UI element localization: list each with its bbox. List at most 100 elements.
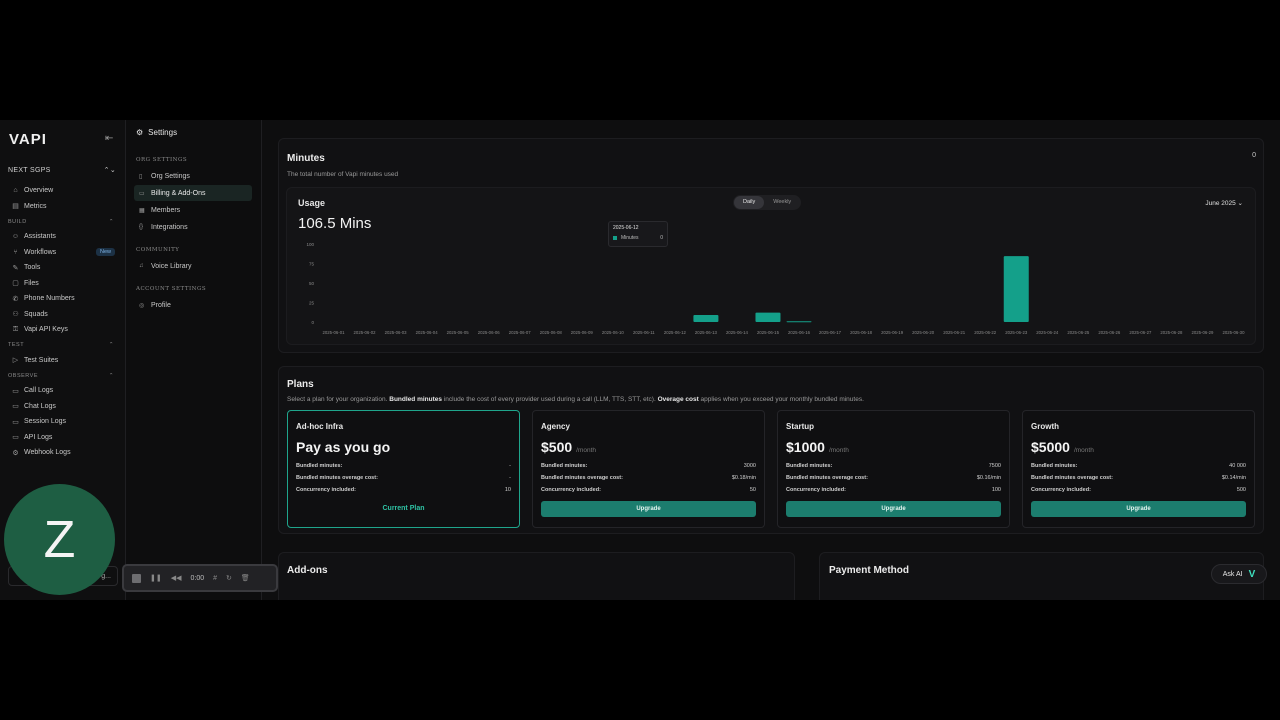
minutes-title: Minutes <box>287 153 325 164</box>
minutes-subtitle: The total number of Vapi minutes used <box>287 171 399 178</box>
upgrade-button[interactable]: Upgrade <box>1031 501 1246 517</box>
plan-name: Startup <box>786 422 814 431</box>
x-tick-label: 2025-06-18 <box>850 330 873 335</box>
sidebar-item-label: Webhook Logs <box>24 449 71 457</box>
plan-row-bundled: Bundled minutes: - <box>296 463 511 469</box>
call-logs-icon: ▭ <box>12 387 19 395</box>
plan-price-value: $5000 <box>1031 439 1070 455</box>
plan-price-value: $500 <box>541 439 573 455</box>
settings-item-label: Voice Library <box>151 262 192 270</box>
sidebar-item-test-suites[interactable]: ▷ Test Suites <box>0 353 126 369</box>
sidebar-item-phone-numbers[interactable]: ✆ Phone Numbers <box>0 291 126 307</box>
chart-tooltip: 2025-06-12 Minutes 0 <box>608 221 668 247</box>
sidebar-item-chat-logs[interactable]: ▭ Chat Logs <box>0 399 126 415</box>
x-tick-label: 2025-06-28 <box>1160 330 1183 335</box>
metrics-icon: ▤ <box>12 203 19 211</box>
chevron-up-icon: ⌃ <box>108 372 114 379</box>
toggle-daily[interactable]: Daily <box>734 196 765 209</box>
pause-icon[interactable]: ❚❚ <box>150 574 162 582</box>
vapi-logo[interactable]: VAPI <box>9 131 47 148</box>
nav-section-observe[interactable]: OBSERVE ⌃ <box>0 368 126 383</box>
billing-add-ons-icon: ▭ <box>139 190 145 197</box>
settings-item-label: Members <box>151 206 181 214</box>
sidebar-item-squads[interactable]: ⚇ Squads <box>0 307 126 323</box>
restart-icon[interactable]: ↻ <box>226 574 232 582</box>
addons-card: Add-ons <box>278 552 795 600</box>
plan-price-value: Pay as you go <box>296 439 391 455</box>
plan-row-label: Bundled minutes: <box>541 463 588 469</box>
settings-item-integrations[interactable]: {} Integrations <box>134 219 252 235</box>
sidebar-item-tools[interactable]: ✎ Tools <box>0 260 126 276</box>
plan-row-overage: Bundled minutes overage cost: - <box>296 475 511 481</box>
sidebar-item-overview[interactable]: ⌂ Overview <box>0 183 126 199</box>
plan-card-growth: Growth $5000/month Bundled minutes: 40 000 B… <box>1022 410 1255 528</box>
sidebar-item-label: Workflows <box>24 248 57 256</box>
org-switcher[interactable]: NEXT SGPS ⌃⌄ <box>8 162 116 178</box>
settings-item-members[interactable]: ▦ Members <box>134 202 252 218</box>
plan-row-value: $0.14/min <box>1221 475 1246 481</box>
sidebar-item-vapi-api-keys[interactable]: ⚿ Vapi API Keys <box>0 322 126 338</box>
nav-section-test[interactable]: TEST ⌃ <box>0 338 126 353</box>
x-tick-label: 2025-06-08 <box>540 330 563 335</box>
plan-row-label: Bundled minutes overage cost: <box>786 475 868 481</box>
plans-subtitle-text: Select a plan for your organization. <box>287 396 390 403</box>
sidebar-item-api-logs[interactable]: ▭ API Logs <box>0 430 126 446</box>
plan-row-value: $0.18/min <box>731 475 756 481</box>
x-tick-label: 2025-06-15 <box>757 330 780 335</box>
trash-icon[interactable]: 🗑 <box>241 574 250 582</box>
new-badge: New <box>95 248 115 257</box>
rewind-icon[interactable]: ◀◀ <box>171 574 182 582</box>
plan-row-concurrency: Concurrency included: 500 <box>1031 487 1246 493</box>
plan-price-value: $1000 <box>786 439 825 455</box>
payment-card: Payment Method <box>819 552 1264 600</box>
assistants-icon: ☺ <box>11 233 20 241</box>
main-content: Minutes The total number of Vapi minutes… <box>262 120 1280 600</box>
bar-2025-06-16 <box>786 321 812 323</box>
x-tick-label: 2025-06-10 <box>602 330 625 335</box>
tooltip-value: 0 <box>660 235 663 241</box>
gear-icon: ⚙ <box>136 128 144 137</box>
plans-subtitle-emphasis: Bundled minutes <box>389 396 442 403</box>
sidebar-item-call-logs[interactable]: ▭ Call Logs <box>0 383 126 399</box>
sidebar-item-workflows[interactable]: ⑂ Workflows New <box>0 245 126 261</box>
grid-icon[interactable]: # <box>213 575 217 582</box>
settings-item-voice-library[interactable]: ♫ Voice Library <box>134 258 252 274</box>
plan-row-bundled: Bundled minutes: 7500 <box>786 463 1001 469</box>
plan-row-bundled: Bundled minutes: 40 000 <box>1031 463 1246 469</box>
settings-item-billing-add-ons[interactable]: ▭ Billing & Add-Ons <box>134 185 252 201</box>
sidebar-item-webhook-logs[interactable]: ⚙ Webhook Logs <box>0 445 126 461</box>
stop-icon[interactable] <box>132 573 141 583</box>
x-tick-label: 2025-06-11 <box>633 330 655 335</box>
plan-row-overage: Bundled minutes overage cost: $0.18/min <box>541 475 756 481</box>
plan-row-label: Concurrency included: <box>541 487 601 493</box>
settings-item-org-settings[interactable]: ▯ Org Settings <box>134 168 252 184</box>
plan-row-value: 500 <box>1236 487 1246 493</box>
sidebar-item-files[interactable]: ▢ Files <box>0 276 126 292</box>
settings-item-profile[interactable]: ◎ Profile <box>134 297 252 313</box>
x-tick-label: 2025-06-17 <box>819 330 842 335</box>
plan-row-value: - <box>509 475 511 481</box>
tooltip-series: Minutes <box>621 235 639 241</box>
x-tick-label: 2025-06-27 <box>1129 330 1152 335</box>
plan-row-label: Bundled minutes overage cost: <box>296 475 378 481</box>
chevron-updown-icon: ⌃⌄ <box>103 167 116 174</box>
toggle-weekly[interactable]: Weekly <box>764 196 800 209</box>
sidebar-item-metrics[interactable]: ▤ Metrics <box>0 199 126 215</box>
plan-row-label: Bundled minutes: <box>296 463 343 469</box>
voice-library-icon: ♫ <box>139 263 144 269</box>
ask-ai-button[interactable]: Ask AI V <box>1211 564 1267 584</box>
sidebar-item-assistants[interactable]: ☺ Assistants <box>0 229 126 245</box>
collapse-sidebar-icon[interactable]: ⇤ <box>105 133 113 144</box>
sidebar-item-label: Overview <box>24 187 54 195</box>
nav-section-build[interactable]: BUILD ⌃ <box>0 214 126 229</box>
month-select[interactable]: June 2025 ⌄ <box>1205 199 1243 207</box>
plan-row-value: 50 <box>749 487 756 493</box>
sidebar-item-session-logs[interactable]: ▭ Session Logs <box>0 414 126 430</box>
settings-item-label: Integrations <box>151 223 188 231</box>
y-tick-label: 75 <box>309 262 315 267</box>
x-tick-label: 2025-06-24 <box>1036 330 1059 335</box>
upgrade-button[interactable]: Upgrade <box>541 501 756 517</box>
recording-time: 0:00 <box>190 574 205 582</box>
settings-title: Settings <box>148 128 178 137</box>
upgrade-button[interactable]: Upgrade <box>786 501 1001 517</box>
